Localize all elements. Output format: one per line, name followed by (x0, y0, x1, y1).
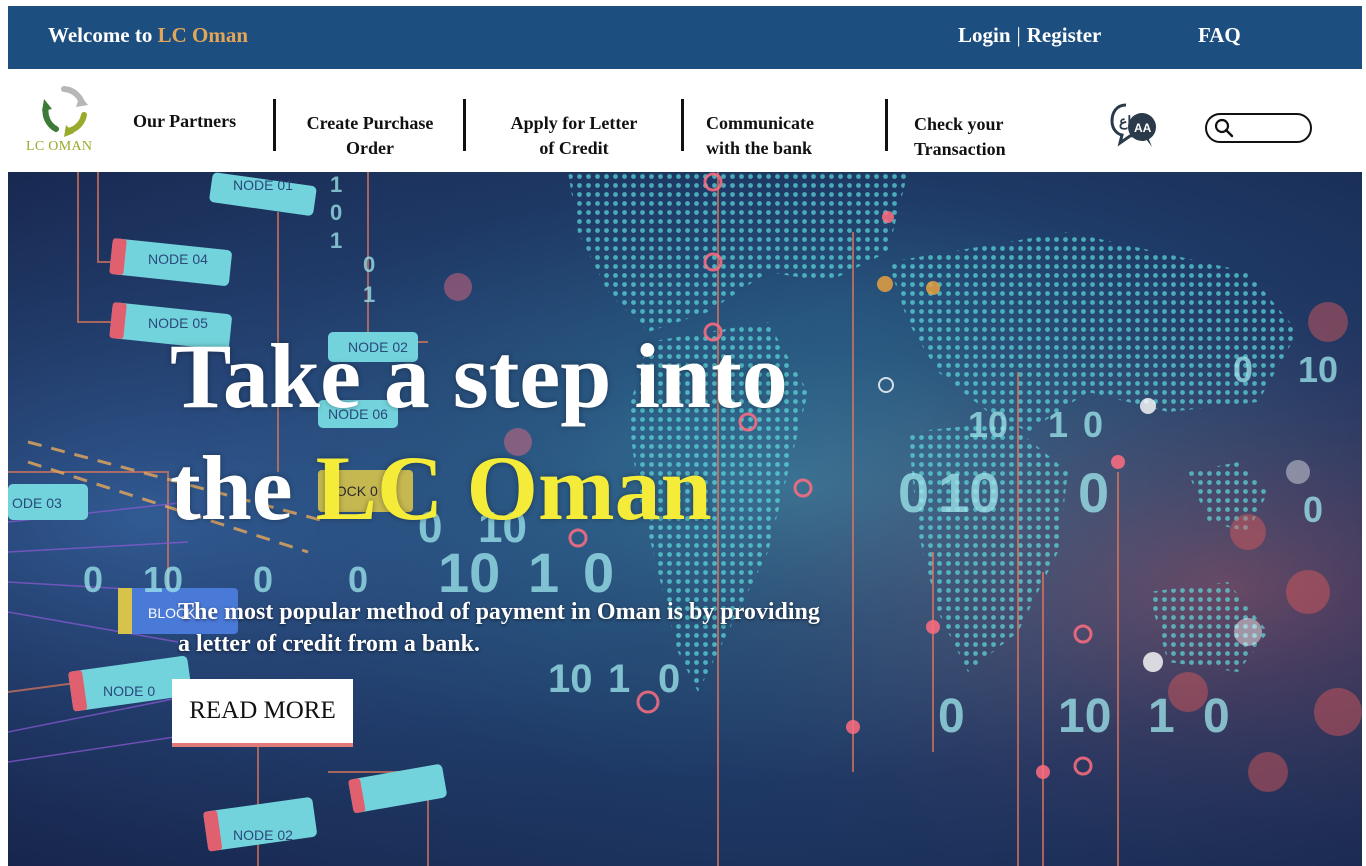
nav-divider (463, 99, 466, 151)
hero-title-line1: Take a step into (170, 325, 788, 427)
hero-title-line2: the LC Oman (170, 432, 788, 544)
svg-text:0: 0 (1233, 349, 1253, 390)
nav-divider (681, 99, 684, 151)
nav-label: of Credit (539, 138, 609, 158)
translate-chat-icon[interactable]: اع AA (1108, 99, 1164, 151)
svg-text:0: 0 (938, 690, 965, 743)
svg-text:0: 0 (658, 657, 680, 701)
nav-apply-letter-of-credit[interactable]: Apply for Letter of Credit (503, 111, 645, 161)
bg-node-label: NODE 0 (103, 683, 155, 699)
recycle-arrows-logo-icon (42, 86, 88, 137)
nav-create-purchase-order[interactable]: Create Purchase Order (300, 111, 440, 161)
search-icon (1214, 118, 1234, 138)
hero-banner: NODE 01 NODE 04 NODE 05 NODE 02 NODE 06 … (8, 172, 1362, 866)
svg-text:1: 1 (330, 228, 342, 253)
svg-text:0: 0 (1303, 489, 1323, 530)
svg-text:1: 1 (608, 657, 630, 701)
svg-text:0: 0 (1078, 461, 1109, 524)
nav-divider (273, 99, 276, 151)
hero-title-accent: LC Oman (315, 437, 712, 539)
auth-separator: | (1016, 23, 1021, 47)
nav-label: Create Purchase (306, 113, 434, 133)
svg-text:1: 1 (330, 172, 342, 197)
svg-text:AA: AA (1134, 121, 1152, 135)
bg-node-label: ODE 03 (12, 495, 62, 511)
nav-divider (885, 99, 888, 151)
svg-text:1: 1 (528, 541, 559, 604)
hero-subtitle-line1: The most popular method of payment in Om… (178, 599, 820, 625)
svg-text:0: 0 (898, 461, 929, 524)
svg-text:0: 0 (83, 559, 103, 600)
svg-text:0: 0 (583, 541, 614, 604)
svg-text:10: 10 (143, 559, 183, 600)
register-link[interactable]: Register (1027, 23, 1102, 47)
nav-label: Order (346, 138, 394, 158)
nav-communicate-with-bank[interactable]: Communicate with the bank (706, 111, 814, 161)
hero-title-prefix: the (170, 437, 293, 539)
search-field[interactable] (1205, 113, 1312, 143)
nav-label: with the bank (706, 138, 813, 158)
nav-label: Transaction (914, 139, 1006, 159)
page: Welcome to LC Oman Login | Register FAQ LC… (8, 6, 1362, 866)
logo-text: LC OMAN (26, 139, 93, 154)
read-more-button[interactable]: READ MORE (172, 679, 353, 747)
welcome-text: Welcome to LC Oman (48, 23, 248, 48)
svg-text:10: 10 (1298, 349, 1338, 390)
svg-text:0: 0 (1083, 404, 1103, 445)
svg-text:10: 10 (968, 404, 1008, 445)
hero-title: Take a step into the LC Oman (170, 320, 788, 544)
login-link[interactable]: Login (958, 23, 1011, 47)
nav-label: Our Partners (133, 111, 237, 131)
nav-label: Apply for Letter (510, 113, 638, 133)
nav-our-partners[interactable]: Our Partners (133, 109, 236, 134)
top-bar: Welcome to LC Oman Login | Register FAQ (8, 6, 1362, 69)
welcome-prefix: Welcome to (48, 23, 153, 47)
hero-subtitle-line2: a letter of credit from a bank. (178, 631, 480, 657)
svg-text:10: 10 (938, 461, 1000, 524)
nav-check-transaction[interactable]: Check your Transaction (914, 112, 1006, 162)
nav-label: Check your (914, 114, 1004, 134)
nav-label: Communicate (706, 113, 814, 133)
search-input[interactable] (1237, 118, 1303, 138)
bg-node-label: NODE 04 (148, 251, 208, 267)
svg-text:10: 10 (1058, 690, 1111, 743)
bg-node-label: NODE 02 (233, 827, 293, 843)
svg-text:0: 0 (348, 559, 368, 600)
auth-links: Login | Register (958, 23, 1101, 48)
svg-text:10: 10 (548, 657, 593, 701)
svg-text:0: 0 (253, 559, 273, 600)
hero-subtitle: The most popular method of payment in Om… (178, 596, 978, 660)
svg-text:0: 0 (363, 252, 375, 277)
svg-text:0: 0 (330, 200, 342, 225)
bg-node-label: NODE 01 (233, 177, 293, 193)
faq-link[interactable]: FAQ (1198, 23, 1241, 48)
site-logo[interactable]: LC OMAN (24, 81, 114, 163)
svg-text:1: 1 (363, 282, 375, 307)
welcome-brand: LC Oman (157, 23, 249, 47)
main-nav: LC OMAN Our Partners Create Purchase Ord… (8, 69, 1362, 172)
svg-text:1: 1 (1048, 404, 1068, 445)
